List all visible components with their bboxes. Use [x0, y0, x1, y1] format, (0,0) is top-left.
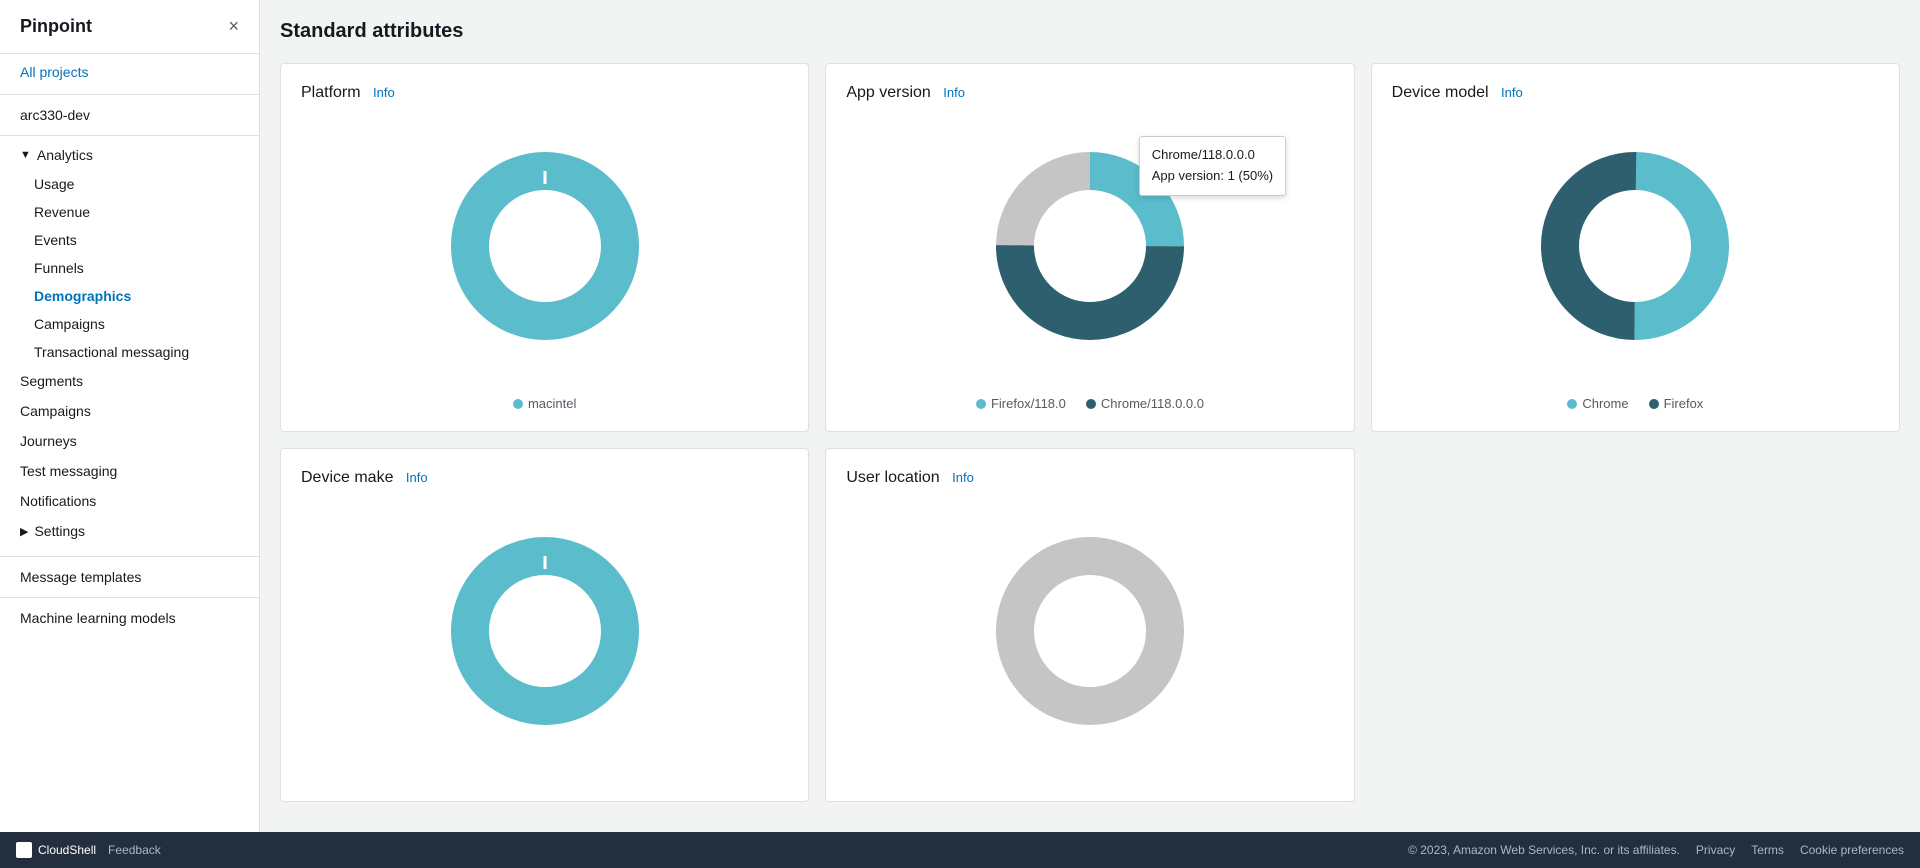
legend-label-chrome: Chrome	[1582, 396, 1628, 411]
terms-link[interactable]: Terms	[1751, 843, 1784, 857]
sidebar-item-demographics[interactable]: Demographics	[0, 282, 259, 310]
chart-platform-title: Platform Info	[301, 84, 788, 102]
bottom-bar-left: CloudShell Feedback	[16, 842, 161, 858]
sidebar: Pinpoint × All projects arc330-dev ▼ Ana…	[0, 0, 260, 832]
chevron-right-icon: ▶	[20, 525, 28, 538]
legend-chrome118: Chrome/118.0.0.0	[1086, 396, 1204, 411]
chart-device-model: Device model Info Chrome	[1371, 63, 1900, 432]
copyright-text: © 2023, Amazon Web Services, Inc. or its…	[1408, 843, 1680, 857]
legend-label-chrome118: Chrome/118.0.0.0	[1101, 396, 1204, 411]
bottom-bar: CloudShell Feedback © 2023, Amazon Web S…	[0, 832, 1920, 868]
user-location-chart-area	[846, 491, 1333, 771]
device-make-info-link[interactable]: Info	[406, 470, 428, 485]
chart-user-location-title: User location Info	[846, 469, 1333, 487]
sidebar-item-funnels[interactable]: Funnels	[0, 254, 259, 282]
chart-app-version: App version Info	[825, 63, 1354, 432]
project-name: arc330-dev	[0, 99, 259, 131]
legend-dot-firefox	[1649, 399, 1659, 409]
device-make-chart-area	[301, 491, 788, 771]
tooltip-line2: App version: 1 (50%)	[1152, 166, 1273, 187]
page-title: Standard attributes	[280, 20, 1900, 43]
privacy-link[interactable]: Privacy	[1696, 843, 1735, 857]
legend-dot-chrome	[1567, 399, 1577, 409]
sidebar-item-revenue[interactable]: Revenue	[0, 198, 259, 226]
legend-macintel: macintel	[513, 396, 576, 411]
sidebar-item-message-templates[interactable]: Message templates	[0, 561, 259, 593]
sidebar-item-events[interactable]: Events	[0, 226, 259, 254]
legend-firefox118: Firefox/118.0	[976, 396, 1066, 411]
app-version-chart-area: Chrome/118.0.0.0 App version: 1 (50%)	[846, 106, 1333, 386]
main-content-area: Standard attributes Platform Info	[260, 0, 1920, 832]
chart-device-make-title: Device make Info	[301, 469, 788, 487]
user-location-info-link[interactable]: Info	[952, 470, 974, 485]
chart-app-version-title: App version Info	[846, 84, 1333, 102]
device-model-donut-svg	[1535, 146, 1735, 346]
user-location-donut-svg	[990, 531, 1190, 731]
chart-empty	[1371, 448, 1900, 802]
legend-dot-macintel	[513, 399, 523, 409]
chart-device-model-title: Device model Info	[1392, 84, 1879, 102]
chart-user-location: User location Info	[825, 448, 1354, 802]
cloudshell-button[interactable]: CloudShell	[16, 842, 96, 858]
device-model-legend: Chrome Firefox	[1392, 396, 1879, 411]
legend-dot-chrome118	[1086, 399, 1096, 409]
app-version-tooltip: Chrome/118.0.0.0 App version: 1 (50%)	[1139, 136, 1286, 196]
app-version-info-link[interactable]: Info	[943, 85, 965, 100]
legend-label-firefox118: Firefox/118.0	[991, 396, 1066, 411]
legend-label-firefox: Firefox	[1664, 396, 1704, 411]
analytics-label: Analytics	[37, 147, 93, 163]
chart-device-make: Device make Info	[280, 448, 809, 802]
cookie-link[interactable]: Cookie preferences	[1800, 843, 1904, 857]
legend-dot-firefox118	[976, 399, 986, 409]
sidebar-item-analytics[interactable]: ▼ Analytics	[0, 140, 259, 170]
settings-label: Settings	[34, 523, 85, 539]
device-model-chart-area	[1392, 106, 1879, 386]
sidebar-item-notifications[interactable]: Notifications	[0, 486, 259, 516]
charts-grid: Platform Info macintel	[280, 63, 1900, 802]
chart-platform: Platform Info macintel	[280, 63, 809, 432]
cloudshell-label: CloudShell	[38, 843, 96, 857]
app-version-legend: Firefox/118.0 Chrome/118.0.0.0	[846, 396, 1333, 411]
device-model-info-link[interactable]: Info	[1501, 85, 1523, 100]
close-icon[interactable]: ×	[228, 16, 239, 37]
legend-firefox: Firefox	[1649, 396, 1704, 411]
platform-donut-svg	[445, 146, 645, 346]
sidebar-item-settings[interactable]: ▶ Settings	[0, 516, 259, 546]
sidebar-item-campaigns-sub[interactable]: Campaigns	[0, 310, 259, 338]
sidebar-item-test-messaging[interactable]: Test messaging	[0, 456, 259, 486]
legend-chrome: Chrome	[1567, 396, 1628, 411]
tooltip-line1: Chrome/118.0.0.0	[1152, 145, 1273, 166]
app-title: Pinpoint	[20, 16, 92, 37]
all-projects-link[interactable]: All projects	[0, 54, 259, 90]
sidebar-item-transactional[interactable]: Transactional messaging	[0, 338, 259, 366]
sidebar-header: Pinpoint ×	[0, 0, 259, 54]
sidebar-item-segments[interactable]: Segments	[0, 366, 259, 396]
sidebar-item-campaigns[interactable]: Campaigns	[0, 396, 259, 426]
sidebar-item-usage[interactable]: Usage	[0, 170, 259, 198]
device-make-donut-svg	[445, 531, 645, 731]
sidebar-item-ml-models[interactable]: Machine learning models	[0, 602, 259, 634]
platform-info-link[interactable]: Info	[373, 85, 395, 100]
platform-legend: macintel	[301, 396, 788, 411]
bottom-bar-right: © 2023, Amazon Web Services, Inc. or its…	[1408, 843, 1904, 857]
platform-chart-area	[301, 106, 788, 386]
chevron-down-icon: ▼	[20, 149, 31, 161]
cloudshell-icon	[16, 842, 32, 858]
legend-label-macintel: macintel	[528, 396, 576, 411]
feedback-link[interactable]: Feedback	[108, 843, 161, 857]
sidebar-item-journeys[interactable]: Journeys	[0, 426, 259, 456]
